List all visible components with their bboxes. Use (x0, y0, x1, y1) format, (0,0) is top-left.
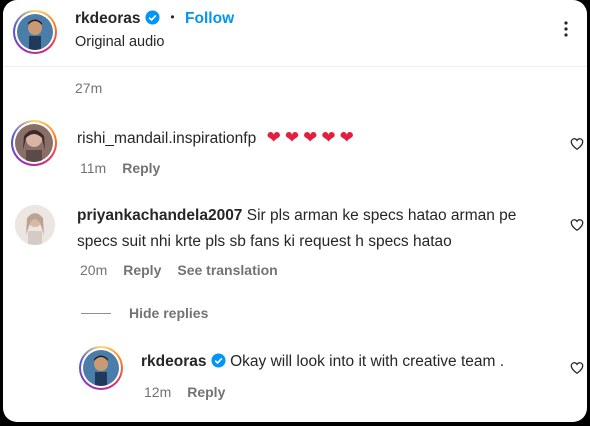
reply-author-avatar[interactable] (79, 346, 123, 390)
more-options-icon[interactable] (557, 20, 575, 38)
caption-timestamp: 27m (75, 80, 103, 96)
replies-divider-line (81, 313, 111, 314)
audio-subtitle[interactable]: Original audio (75, 34, 164, 50)
comment-text-line-1: Sir pls arman ke specs hatao arman pe (246, 207, 517, 224)
reply-author-photo (83, 350, 119, 386)
comment-text-line-2: specs suit nhi krte pls sb fans ki reque… (77, 233, 452, 250)
comment-timestamp: 20m (80, 262, 108, 278)
verified-badge-icon (145, 10, 160, 25)
header-title-row: rkdeoras • Follow (75, 10, 234, 28)
reply-button[interactable]: Reply (123, 262, 161, 278)
comment-text: ❤ ❤ ❤ ❤ ❤ (266, 128, 354, 147)
author-username[interactable]: rkdeoras (75, 10, 140, 27)
author-avatar[interactable] (13, 10, 57, 54)
hide-replies-button[interactable]: Hide replies (129, 305, 208, 321)
reply-meta: 12m Reply (144, 384, 225, 400)
comment-body: priyankachandela2007 Sir pls arman ke sp… (77, 207, 516, 225)
see-translation-button[interactable]: See translation (177, 262, 277, 278)
comment-timestamp: 11m (80, 160, 107, 176)
commenter-avatar[interactable] (11, 120, 57, 166)
separator-dot: • (170, 10, 175, 24)
like-heart-icon[interactable] (570, 218, 584, 232)
reel-comments-panel: rkdeoras • Follow Original audio 27m ris… (3, 0, 587, 422)
comment-meta: 11m Reply (80, 160, 160, 176)
follow-button[interactable]: Follow (185, 10, 234, 27)
commenter-photo (15, 205, 55, 245)
reply-username[interactable]: rkdeoras (141, 353, 206, 370)
author-photo (17, 14, 53, 50)
like-heart-icon[interactable] (570, 137, 584, 151)
like-heart-icon[interactable] (570, 361, 584, 375)
comment-body: rishi_mandail.inspirationfp ❤ ❤ ❤ ❤ ❤ (77, 128, 358, 148)
commenter-avatar[interactable] (15, 205, 55, 245)
comment-meta: 20m Reply See translation (80, 262, 278, 278)
reply-text: Okay will look into it with creative tea… (230, 353, 505, 370)
reply-body: rkdeoras Okay will look into it with cre… (141, 353, 504, 371)
commenter-username[interactable]: priyankachandela2007 (77, 207, 242, 224)
commenter-photo (15, 124, 53, 162)
reply-button[interactable]: Reply (122, 160, 160, 176)
reply-button[interactable]: Reply (187, 384, 225, 400)
reply-timestamp: 12m (144, 384, 172, 400)
post-header: rkdeoras • Follow Original audio (3, 0, 587, 67)
commenter-username[interactable]: rishi_mandail.inspirationfp (77, 130, 256, 147)
verified-badge-icon (211, 353, 226, 368)
